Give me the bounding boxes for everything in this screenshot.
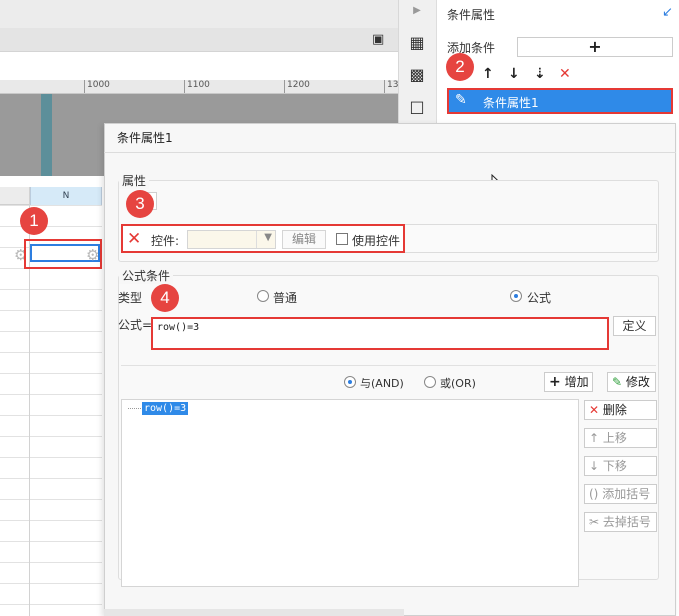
- type-option-formula: 公式: [527, 291, 552, 305]
- modify-formula-label: 修改: [625, 375, 650, 389]
- delete-icon: ✕: [589, 403, 600, 417]
- remove-attribute-icon[interactable]: ✕: [127, 229, 141, 249]
- use-control-checkbox[interactable]: [336, 233, 348, 245]
- add-formula-button[interactable]: + 增加: [544, 372, 593, 392]
- type-label: 类型: [118, 291, 143, 305]
- type-option-normal: 普通: [273, 291, 298, 305]
- widget-settings-icon[interactable]: □: [408, 97, 426, 116]
- control-label: 控件:: [151, 234, 180, 248]
- logic-radio-and[interactable]: [344, 376, 356, 388]
- move-down-icon[interactable]: ↓: [508, 66, 520, 82]
- formula-label: 公式=: [118, 318, 153, 332]
- cell-highlight-box: [24, 239, 102, 269]
- scissors-icon: ✂: [589, 515, 600, 529]
- ruler-label: 1200: [287, 80, 310, 90]
- designer-toolbar: ▣: [0, 28, 398, 52]
- attribute-legend: 属性: [119, 172, 150, 189]
- move-up-icon[interactable]: ↑: [482, 66, 494, 82]
- expand-arrow-icon[interactable]: ▶: [408, 5, 426, 16]
- modify-formula-button[interactable]: ✎ 修改: [607, 372, 656, 392]
- add-formula-label: 增加: [564, 375, 589, 389]
- logic-radio-or[interactable]: [424, 376, 436, 388]
- dialog-bottom-bar: [104, 609, 404, 616]
- formula-tree[interactable]: [121, 399, 579, 587]
- format-painter-icon[interactable]: ▣: [372, 32, 384, 47]
- use-control-label: 使用控件: [352, 234, 401, 248]
- ruler-label: 1300: [387, 80, 398, 90]
- define-button[interactable]: 定义: [613, 316, 656, 336]
- move-up-label: 上移: [602, 431, 627, 445]
- ruler-label: 1100: [187, 80, 210, 90]
- callout-badge-3: 3: [126, 190, 154, 218]
- add-bracket-button[interactable]: () 添加括号: [584, 484, 657, 504]
- formula-tree-item[interactable]: row()=3: [142, 402, 189, 415]
- remove-bracket-label: 去掉括号: [602, 515, 651, 529]
- arrow-down-icon: ↓: [589, 459, 600, 473]
- move-bottom-icon[interactable]: ⇣: [534, 66, 546, 82]
- ruler-label: 1000: [87, 80, 110, 90]
- control-select[interactable]: ▼: [187, 230, 276, 249]
- add-condition-button[interactable]: +: [517, 37, 673, 57]
- add-bracket-label: 添加括号: [602, 487, 651, 501]
- designer-top-area: [0, 0, 398, 28]
- edit-control-button[interactable]: 编辑: [282, 230, 326, 249]
- chevron-down-icon[interactable]: ▼: [264, 232, 272, 243]
- formula-separator: [121, 365, 656, 366]
- move-down-button[interactable]: ↓ 下移: [584, 456, 657, 476]
- type-radio-normal[interactable]: [257, 290, 269, 302]
- move-down-label: 下移: [602, 459, 627, 473]
- delete-formula-label: 删除: [602, 403, 627, 417]
- logic-option-and: 与(AND): [360, 377, 404, 390]
- callout-badge-2: 2: [446, 53, 474, 81]
- dialog-title: 条件属性1: [117, 131, 173, 145]
- column-header-n[interactable]: N: [30, 187, 102, 205]
- designer-gap: [0, 52, 398, 80]
- dialog-title-divider: [104, 152, 676, 153]
- cell-element-icon[interactable]: ▦: [408, 33, 426, 52]
- formula-input[interactable]: row()=3: [151, 317, 609, 350]
- modify-icon: ✎: [612, 375, 623, 389]
- column-marker-bar: [41, 94, 52, 176]
- condition-item-label: 条件属性1: [483, 96, 539, 110]
- callout-badge-4: 4: [151, 284, 179, 312]
- delete-icon[interactable]: ✕: [559, 66, 571, 82]
- panel-title: 条件属性: [447, 8, 496, 22]
- attribute-row-extension: [405, 224, 657, 253]
- arrow-up-icon: ↑: [589, 431, 600, 445]
- collapse-arrow-icon[interactable]: ↙: [662, 5, 673, 20]
- horizontal-ruler: 1000 1100 1200 1300: [0, 80, 398, 94]
- logic-option-or: 或(OR): [440, 377, 476, 390]
- cell-attribute-icon[interactable]: ▩: [408, 65, 426, 84]
- edit-pencil-icon[interactable]: ✎: [455, 92, 467, 108]
- bracket-icon: (): [589, 487, 599, 501]
- condition-list-item[interactable]: ✎ 条件属性1: [447, 88, 673, 114]
- plus-icon: +: [549, 374, 561, 390]
- tree-connector: [128, 408, 141, 409]
- move-up-button[interactable]: ↑ 上移: [584, 428, 657, 448]
- remove-bracket-button[interactable]: ✂ 去掉括号: [584, 512, 657, 532]
- formula-legend: 公式条件: [119, 267, 174, 284]
- formula-value: row()=3: [157, 322, 200, 333]
- callout-badge-1: 1: [20, 207, 48, 235]
- delete-formula-button[interactable]: ✕ 删除: [584, 400, 657, 420]
- type-radio-formula[interactable]: [510, 290, 522, 302]
- condition-list-toolbar: ▯ ↑ ↓ ⇣ ✕: [447, 66, 673, 86]
